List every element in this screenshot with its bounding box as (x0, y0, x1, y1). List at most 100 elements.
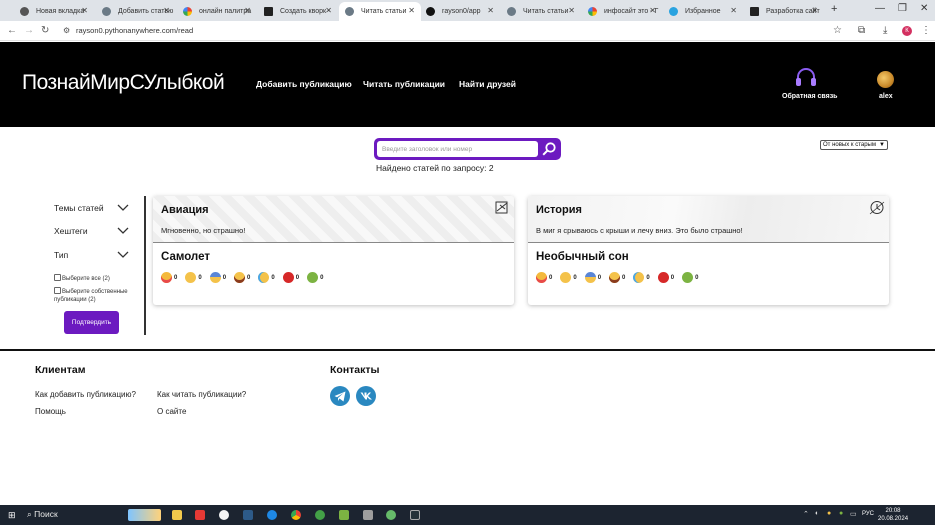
card-title[interactable]: Необычный сон (536, 251, 629, 263)
chevron-down-icon[interactable] (117, 204, 129, 212)
search-input[interactable] (377, 141, 538, 157)
reaction-laughing[interactable]: 0 (609, 272, 625, 283)
card-topic[interactable]: Авиация (161, 204, 209, 216)
tab-close-icon[interactable]: ✕ (325, 6, 332, 15)
taskbar-search[interactable]: ⌕ Поиск (27, 509, 58, 520)
checkbox[interactable] (54, 287, 61, 294)
footer-link-help[interactable]: Помощь (35, 407, 66, 416)
nav-find-friends[interactable]: Найти друзей (459, 79, 516, 89)
select-all-check[interactable]: Выберите все (2) (54, 274, 134, 283)
tab-close-icon[interactable]: ✕ (81, 6, 88, 15)
language-indicator[interactable]: РУС (862, 511, 874, 517)
site-logo[interactable]: ПознайМирСУлыбкой (22, 71, 225, 95)
avatar[interactable] (877, 71, 894, 88)
profile-avatar[interactable]: К (902, 26, 912, 36)
network-icon[interactable]: ▭ (850, 510, 857, 518)
feedback-link[interactable]: Обратная связь (782, 93, 838, 100)
tray-chevron-icon[interactable]: ⌃ (803, 510, 809, 518)
widgets-icon[interactable] (128, 509, 161, 521)
tab-close-icon[interactable]: ✕ (408, 6, 415, 15)
edge-icon[interactable] (267, 510, 277, 520)
filter-topics[interactable]: Темы статей (54, 203, 104, 213)
nav-add-publication[interactable]: Добавить публикацию (256, 79, 352, 89)
tab-close-icon[interactable]: ✕ (649, 6, 656, 15)
yandex-browser-icon[interactable] (219, 510, 229, 520)
maximize-icon[interactable]: ❐ (898, 3, 907, 14)
tray-icon[interactable]: ◐ (815, 510, 819, 517)
article-card[interactable]: История В миг я срываюсь с крыши и лечу … (528, 196, 889, 305)
terminal-icon[interactable] (410, 510, 420, 520)
browser-tab[interactable]: Избранное ✕ (663, 2, 743, 21)
url-field[interactable]: rayson0.pythonanywhere.com/read (76, 26, 193, 35)
footer-link-about[interactable]: О сайте (157, 407, 186, 416)
reaction-sick[interactable]: 0 (307, 272, 323, 283)
article-card[interactable]: Авиация Мгновенно, но страшно! Самолет 0… (153, 196, 514, 305)
tab-close-icon[interactable]: ✕ (730, 6, 737, 15)
browser-tab[interactable]: Новая вкладка ✕ (14, 2, 94, 21)
reaction-crying[interactable]: 0 (258, 272, 275, 283)
file-explorer-icon[interactable] (172, 510, 182, 520)
select-own-check[interactable]: Выберите собственные публикации (2) (54, 287, 134, 304)
reaction-scared[interactable]: 0 (209, 272, 226, 283)
close-window-icon[interactable]: ✕ (920, 3, 928, 14)
filter-type[interactable]: Тип (54, 250, 68, 260)
browser-tab[interactable]: Разработка сайт ✕ (744, 2, 824, 21)
confirm-button[interactable]: Подтвердить (64, 311, 119, 334)
extensions-icon[interactable]: ⧉ (858, 25, 865, 36)
sort-select[interactable]: От новых к старым ▼ (820, 140, 888, 150)
vk-icon[interactable] (356, 386, 376, 406)
yandex-icon[interactable] (195, 510, 205, 520)
browser-tab[interactable]: rayson0/app ✕ (420, 2, 500, 21)
reaction-smile[interactable]: 0 (560, 272, 577, 283)
back-icon[interactable]: ← (7, 25, 17, 36)
reload-icon[interactable]: ↻ (41, 25, 49, 36)
clock[interactable]: 20:08 20.08.2024 (878, 507, 908, 523)
minimize-icon[interactable]: — (875, 3, 885, 14)
tray-icon[interactable]: ● (839, 510, 843, 517)
reaction-angry[interactable]: 0 (657, 272, 674, 283)
tray-icon[interactable]: ● (827, 510, 831, 517)
new-tab-icon[interactable]: + (831, 3, 837, 15)
reaction-heart-eyes[interactable]: 0 (161, 272, 177, 283)
telegram-icon[interactable] (330, 386, 350, 406)
reaction-crying[interactable]: 0 (633, 272, 650, 283)
card-topic[interactable]: История (536, 204, 582, 216)
tab-close-icon[interactable]: ✕ (244, 6, 251, 15)
footer-link-how-add[interactable]: Как добавить публикацию? (35, 390, 136, 399)
forward-icon[interactable]: → (24, 25, 34, 36)
app-icon[interactable] (315, 510, 325, 520)
reaction-angry[interactable]: 0 (282, 272, 299, 283)
browser-tab[interactable]: инфосайт это - Г ✕ (582, 2, 662, 21)
reaction-laughing[interactable]: 0 (234, 272, 250, 283)
filter-hashtags[interactable]: Хештеги (54, 226, 88, 236)
tab-close-icon[interactable]: ✕ (568, 6, 575, 15)
bookmark-star-icon[interactable]: ☆ (833, 25, 842, 36)
headset-icon[interactable] (795, 68, 817, 88)
app-icon[interactable] (386, 510, 396, 520)
windows-start-icon[interactable]: ⊞ (8, 510, 16, 521)
card-title[interactable]: Самолет (161, 251, 210, 263)
browser-tab[interactable]: Добавить статью ✕ (96, 2, 176, 21)
chrome-icon[interactable] (291, 510, 301, 520)
footer-link-how-read[interactable]: Как читать публикации? (157, 390, 246, 399)
reaction-smile[interactable]: 0 (185, 272, 202, 283)
site-info-icon[interactable]: ⚙ (63, 26, 70, 35)
reaction-scared[interactable]: 0 (584, 272, 601, 283)
browser-tab[interactable]: Создать кворк - ✕ (258, 2, 338, 21)
browser-tab[interactable]: Читать статьи ✕ (501, 2, 581, 21)
menu-icon[interactable]: ⋮ (921, 25, 931, 36)
browser-tab[interactable]: онлайн палитра ✕ (177, 2, 257, 21)
tab-close-icon[interactable]: ✕ (163, 6, 170, 15)
chevron-down-icon[interactable] (117, 251, 129, 259)
checkbox[interactable] (54, 274, 61, 281)
pycharm-icon[interactable] (339, 510, 349, 520)
browser-tab-active[interactable]: Читать статьи ✕ (339, 2, 421, 21)
steam-icon[interactable] (243, 510, 253, 520)
download-icon[interactable]: ⤓ (883, 25, 887, 36)
tab-close-icon[interactable]: ✕ (811, 6, 818, 15)
chevron-down-icon[interactable] (117, 227, 129, 235)
app-icon[interactable] (363, 510, 373, 520)
nav-read-publications[interactable]: Читать публикации (363, 79, 445, 89)
search-button[interactable] (540, 140, 558, 158)
tab-close-icon[interactable]: ✕ (487, 6, 494, 15)
